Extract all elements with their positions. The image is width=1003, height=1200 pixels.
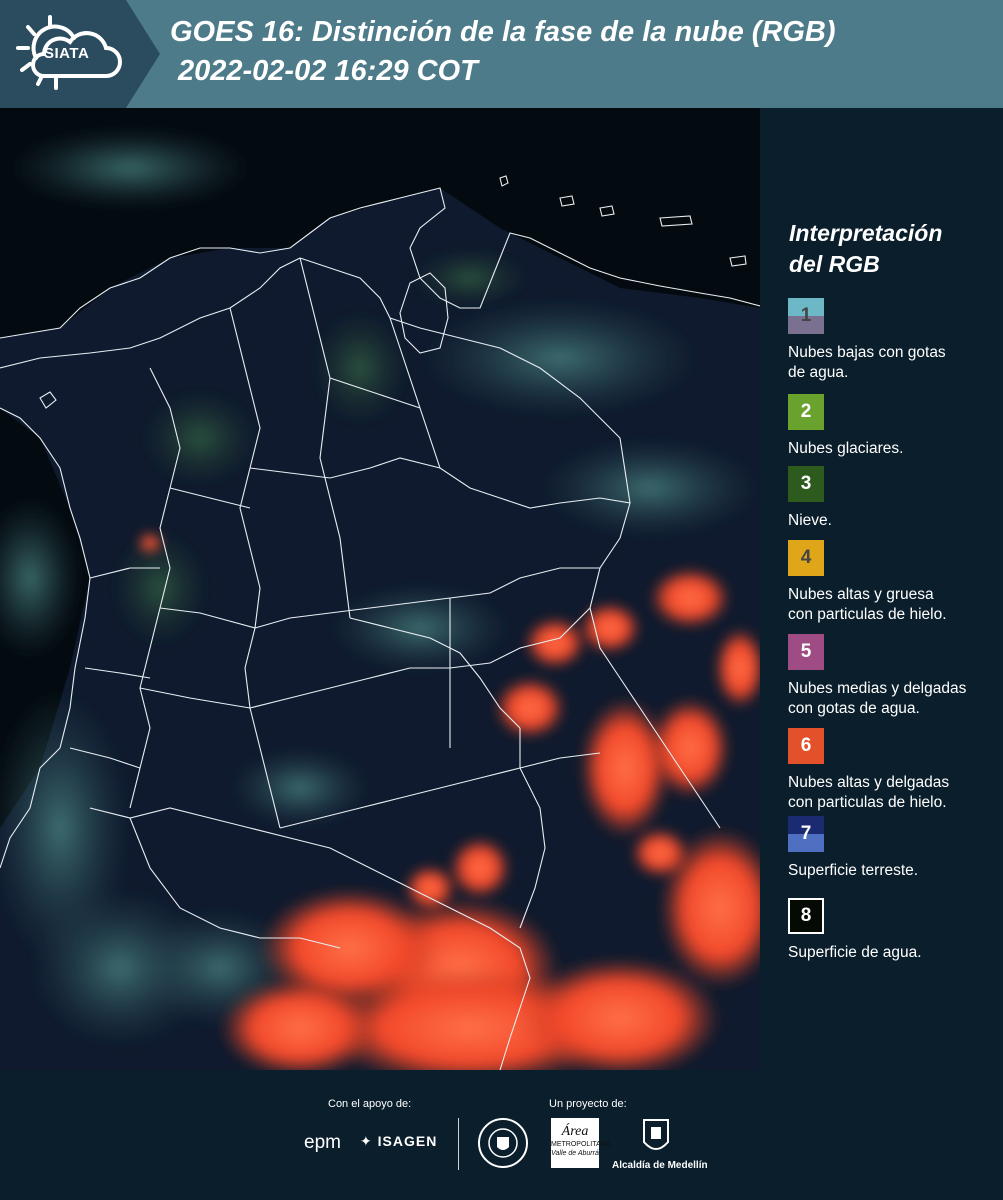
siata-logo[interactable]: SIATA	[0, 0, 160, 108]
legend-item: 6 Nubes altas y delgadas con particulas de…	[788, 728, 1003, 813]
legend-label: Nubes altas y gruesa con particulas de hi…	[788, 586, 947, 623]
legend-label: Nubes glaciares.	[788, 440, 904, 457]
seal-icon	[488, 1128, 518, 1158]
legend-swatch: 7	[788, 816, 824, 852]
legend-item: 4 Nubes altas y gruesa con particulas de h…	[788, 540, 1003, 625]
legend-number: 6	[800, 735, 812, 756]
epm-logo[interactable]: epm	[304, 1132, 341, 1154]
legend-number: 2	[800, 401, 812, 422]
legend-label: Nubes bajas con gotas de agua.	[788, 344, 946, 381]
page-title: GOES 16: Distinción de la fase de la nub…	[170, 16, 836, 48]
legend-panel: Interpretación del RGB 1 Nubes bajas con …	[760, 108, 1003, 1070]
logo-text: SIATA	[44, 45, 90, 62]
legend-item: 2 Nubes glaciares.	[788, 394, 1003, 459]
area-metropolitana-logo[interactable]: Área METROPOLITANA Valle de Aburrá	[551, 1118, 610, 1168]
alcaldia-shield-icon	[640, 1118, 672, 1158]
rgb-composite-image	[0, 108, 760, 1070]
legend-label: Nubes medias y delgadas con gotas de agua…	[788, 680, 967, 717]
isagen-star-icon: ✦	[360, 1133, 373, 1149]
legend-swatch: 4	[788, 540, 824, 576]
project-label: Un proyecto de:	[549, 1098, 627, 1110]
legend-number: 3	[800, 473, 812, 494]
legend-item: 3 Nieve.	[788, 466, 1003, 531]
legend-label: Nieve.	[788, 512, 832, 529]
alcaldia-medellin-logo[interactable]: Alcaldía de Medellín	[612, 1160, 708, 1171]
page-timestamp: 2022-02-02 16:29 COT	[178, 55, 478, 87]
legend-label: Superficie terreste.	[788, 862, 919, 879]
legend-title: Interpretación del RGB	[789, 220, 943, 277]
legend-swatch: 5	[788, 634, 824, 670]
legend-number: 8	[800, 905, 812, 926]
legend-swatch: 2	[788, 394, 824, 430]
legend-swatch: 6	[788, 728, 824, 764]
satellite-map[interactable]	[0, 108, 760, 1070]
legend-item: 1 Nubes bajas con gotas de agua.	[788, 298, 1003, 383]
medellin-seal-logo[interactable]	[478, 1118, 528, 1168]
legend-label: Nubes altas y delgadas con particulas de …	[788, 774, 950, 811]
legend-number: 7	[800, 823, 812, 844]
legend-item: 7 Superficie terreste.	[788, 816, 1003, 881]
header-bar: SIATA GOES 16: Distinción de la fase de …	[0, 0, 1003, 108]
legend-number: 1	[800, 305, 812, 326]
legend-swatch: 1	[788, 298, 824, 334]
support-label: Con el apoyo de:	[328, 1098, 412, 1110]
legend-item: 5 Nubes medias y delgadas con gotas de agu…	[788, 634, 1003, 719]
legend-number: 5	[800, 641, 812, 662]
legend-item: 8 Superficie de agua.	[788, 898, 1003, 963]
footer-divider	[458, 1118, 459, 1170]
legend-number: 4	[800, 547, 812, 568]
legend-swatch: 8	[788, 898, 824, 934]
legend-label: Superficie de agua.	[788, 944, 922, 961]
legend-swatch: 3	[788, 466, 824, 502]
isagen-logo[interactable]: ✦ ISAGEN	[360, 1133, 437, 1150]
footer-bar: Con el apoyo de: Un proyecto de: epm ✦ I…	[0, 1070, 1003, 1200]
